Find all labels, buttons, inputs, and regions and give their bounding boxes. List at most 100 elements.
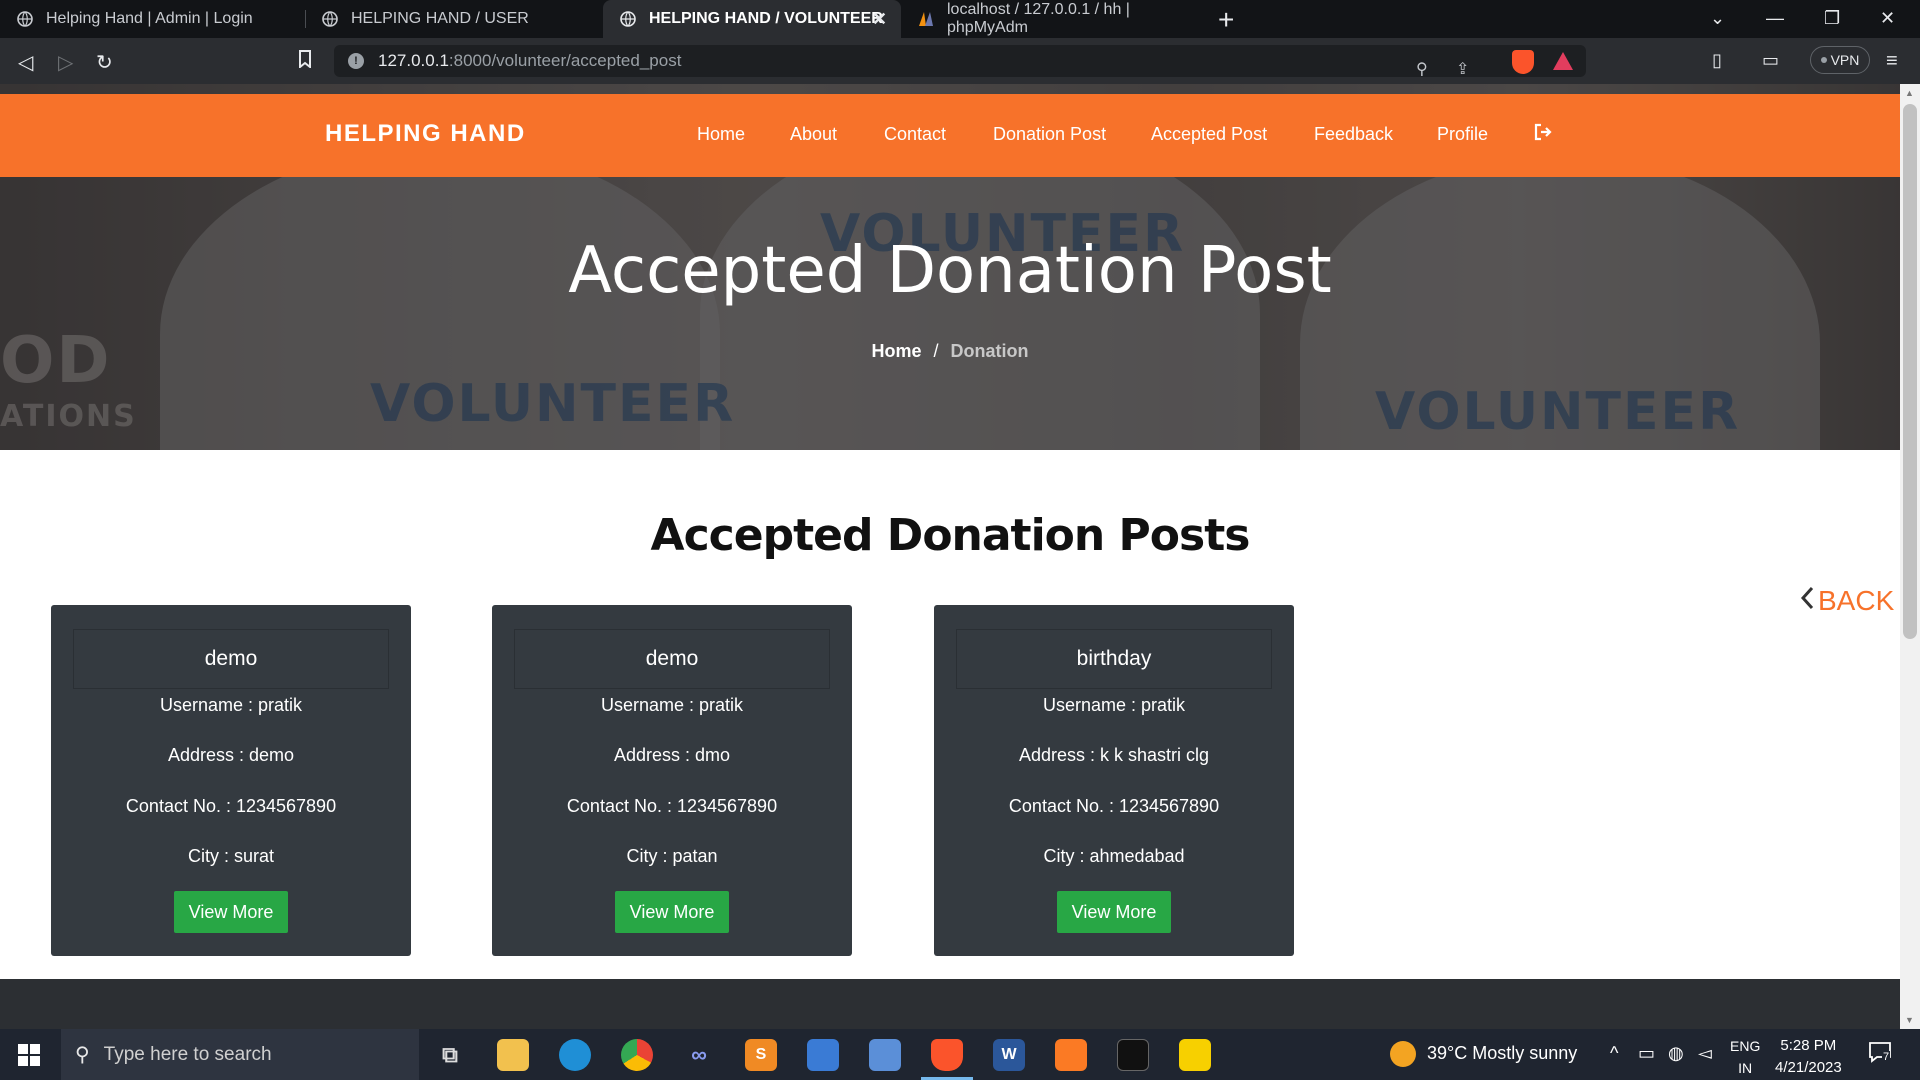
brave-shield-icon[interactable] (1512, 50, 1534, 74)
search-icon: ⚲ (75, 1044, 90, 1066)
clock-date: 4/21/2023 (1775, 1059, 1842, 1076)
chevron-left-icon (1800, 585, 1814, 617)
site-navbar: HELPING HAND Home About Contact Donation… (0, 94, 1900, 177)
nav-feedback[interactable]: Feedback (1314, 124, 1393, 145)
tab-title: HELPING HAND / VOLUNTEER (649, 10, 883, 27)
search-placeholder: Type here to search (103, 1043, 272, 1065)
infinity-app-icon[interactable]: ∞ (683, 1039, 715, 1071)
forward-nav-icon[interactable]: ▷ (58, 50, 73, 75)
edge-icon[interactable] (559, 1039, 591, 1071)
back-label: BACK (1818, 585, 1895, 616)
nav-contact[interactable]: Contact (884, 124, 946, 145)
nav-accepted-post[interactable]: Accepted Post (1151, 124, 1267, 145)
file-explorer-icon[interactable] (497, 1039, 529, 1071)
card-username: Username : pratik (600, 695, 744, 715)
card-contact: Contact No. : 1234567890 (1008, 796, 1220, 816)
globe-icon (321, 10, 339, 28)
store-icon[interactable] (807, 1039, 839, 1071)
view-more-button[interactable]: View More (1057, 891, 1171, 933)
notifications-icon[interactable]: 7 (1868, 1041, 1892, 1068)
menu-icon[interactable]: ≡ (1886, 50, 1898, 73)
windows-taskbar: ⚲ Type here to search ⧉ ∞ S W 39°C Mostl… (0, 1029, 1920, 1080)
back-nav-icon[interactable]: ◁ (18, 50, 33, 75)
tab-volunteer-active[interactable]: HELPING HAND / VOLUNTEER ✕ (603, 0, 901, 38)
card-contact: Contact No. : 1234567890 (566, 796, 778, 816)
back-link[interactable]: BACK (1800, 585, 1894, 617)
taskbar-search-box[interactable]: ⚲ Type here to search (61, 1029, 419, 1080)
tab-phpmyadmin[interactable]: localhost / 127.0.0.1 / hh | phpMyAdm (901, 0, 1199, 38)
reload-icon[interactable]: ↻ (96, 50, 113, 75)
task-view-icon[interactable]: ⧉ (434, 1039, 466, 1071)
view-more-button[interactable]: View More (174, 891, 288, 933)
globe-icon (619, 10, 637, 28)
nav-profile[interactable]: Profile (1437, 124, 1488, 145)
word-icon[interactable]: W (993, 1039, 1025, 1071)
restore-icon[interactable]: ❐ (1824, 8, 1840, 29)
scroll-down-icon[interactable]: ▼ (1905, 1015, 1914, 1025)
view-more-button[interactable]: View More (615, 891, 729, 933)
terminal-icon[interactable] (1117, 1039, 1149, 1071)
logout-icon[interactable] (1533, 122, 1553, 148)
sticky-notes-icon[interactable] (1179, 1039, 1211, 1071)
close-tab-icon[interactable]: ✕ (872, 9, 887, 30)
battery-icon[interactable]: ▭ (1638, 1043, 1655, 1064)
card-city: City : ahmedabad (1043, 846, 1185, 866)
scrollbar-thumb[interactable] (1903, 104, 1917, 639)
bookmark-icon[interactable] (298, 50, 312, 74)
card-address: Address : dmo (613, 745, 731, 765)
weather-text[interactable]: 39°C Mostly sunny (1427, 1043, 1577, 1064)
page-scrollbar[interactable]: ▲ ▼ (1900, 84, 1920, 1029)
tab-admin-login[interactable]: Helping Hand | Admin | Login (0, 0, 305, 38)
nav-donation-post[interactable]: Donation Post (993, 124, 1106, 145)
tab-title: localhost / 127.0.0.1 / hh | phpMyAdm (947, 1, 1130, 36)
clock-time: 5:28 PM (1780, 1037, 1837, 1054)
sublime-text-icon[interactable]: S (745, 1039, 777, 1071)
card-city: City : surat (187, 846, 275, 866)
nav-home[interactable]: Home (697, 124, 745, 145)
tab-user[interactable]: HELPING HAND / USER (305, 0, 603, 38)
site-info-icon[interactable]: ! (348, 53, 364, 69)
minimize-icon[interactable]: — (1766, 8, 1784, 29)
chrome-icon[interactable] (621, 1039, 653, 1071)
breadcrumb-home-link[interactable]: Home (871, 341, 921, 361)
scroll-up-icon[interactable]: ▲ (1905, 88, 1914, 98)
brave-rewards-icon[interactable] (1553, 52, 1573, 70)
site-brand[interactable]: HELPING HAND (325, 120, 526, 148)
card-title: demo (73, 629, 389, 689)
donation-card: demo Username : pratik Address : dmo Con… (492, 605, 852, 956)
nav-about[interactable]: About (790, 124, 837, 145)
network-globe-icon[interactable]: ◍ (1668, 1043, 1684, 1064)
share-icon[interactable]: ⇪ (1456, 59, 1469, 79)
sidebar-icon[interactable]: ▯ (1712, 50, 1722, 71)
vpn-button[interactable]: VPN (1810, 46, 1870, 74)
address-bar[interactable]: ! 127.0.0.1:8000/volunteer/accepted_post… (334, 45, 1586, 79)
new-tab-button[interactable]: + (1218, 4, 1234, 36)
language-indicator[interactable]: ENG IN (1730, 1035, 1760, 1079)
zoom-icon[interactable]: ⚲ (1416, 59, 1428, 79)
breadcrumb-separator: / (933, 341, 939, 361)
region-code: IN (1738, 1060, 1753, 1076)
browser-tab-strip: Helping Hand | Admin | Login HELPING HAN… (0, 0, 1920, 38)
address-toolbar: ◁ ▷ ↻ ! 127.0.0.1:8000/volunteer/accepte… (0, 38, 1920, 84)
close-window-icon[interactable]: ✕ (1880, 8, 1895, 29)
page-viewport: VOLUNTEER VOLUNTEER VOLUNTEER OD ATIONS … (0, 84, 1900, 1029)
card-username: Username : pratik (1042, 695, 1186, 715)
volume-icon[interactable]: ◅ (1698, 1043, 1712, 1064)
page-title: Accepted Donation Post (568, 234, 1332, 308)
page-footer (0, 979, 1900, 1029)
notification-count: 7 (1882, 1051, 1891, 1063)
section-title: Accepted Donation Posts (650, 510, 1251, 561)
control-panel-icon[interactable] (869, 1039, 901, 1071)
wallet-icon[interactable]: ▭ (1762, 50, 1779, 71)
tab-list-chevron-icon[interactable]: ⌄ (1710, 8, 1725, 29)
card-username: Username : pratik (159, 695, 303, 715)
card-city: City : patan (626, 846, 718, 866)
brave-browser-icon[interactable] (931, 1039, 963, 1071)
system-clock[interactable]: 5:28 PM 4/21/2023 (1775, 1035, 1842, 1079)
windows-start-icon[interactable] (18, 1044, 40, 1066)
tray-overflow-chevron-icon[interactable]: ^ (1610, 1043, 1618, 1064)
xampp-icon[interactable] (1055, 1039, 1087, 1071)
weather-sun-icon[interactable] (1390, 1041, 1416, 1067)
card-contact: Contact No. : 1234567890 (125, 796, 337, 816)
card-title: birthday (956, 629, 1272, 689)
